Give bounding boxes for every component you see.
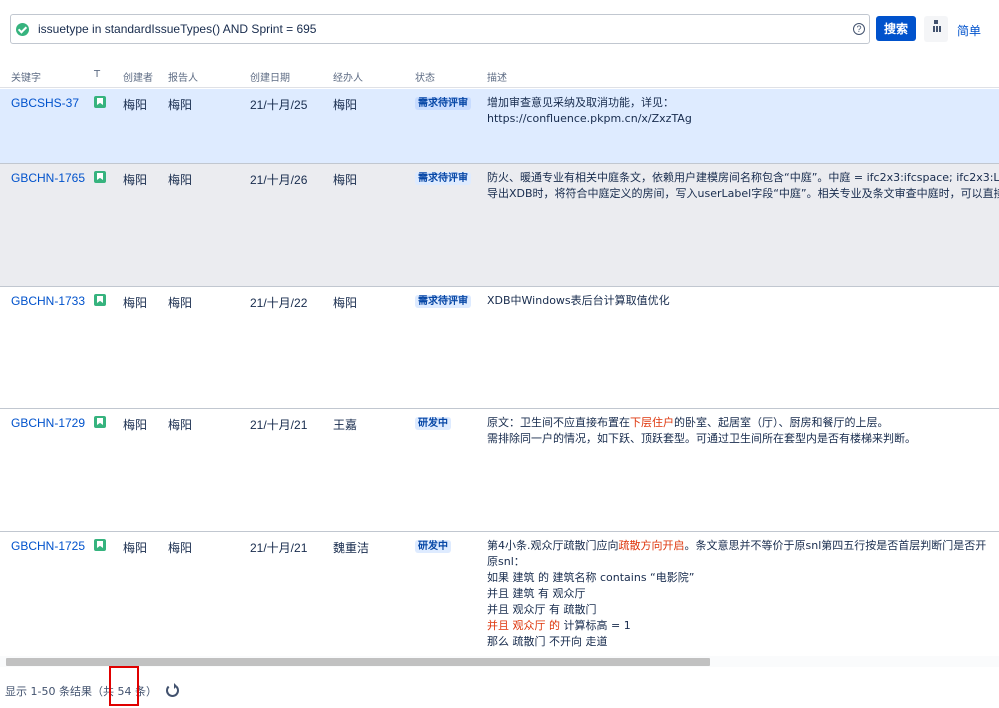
created-date-cell: 21/十月/22 <box>250 296 308 310</box>
description-line: 增加审查意见采纳及取消功能，详见： <box>487 95 999 111</box>
description-text: 计算标高 = 1 <box>560 619 631 632</box>
story-type-icon <box>94 294 106 306</box>
description-text: 第4小条.观众厅疏散门应向 <box>487 539 619 552</box>
creator-cell: 梅阳 <box>123 98 148 112</box>
creator-cell: 梅阳 <box>123 541 148 555</box>
description-line: XDB中Windows表后台计算取值优化 <box>487 293 999 309</box>
reporter-cell: 梅阳 <box>168 98 193 112</box>
description-line: 并且 观众厅 有 疏散门 <box>487 602 999 618</box>
issue-key-link[interactable]: GBCHN-1725 <box>11 539 85 553</box>
description-cell: 第4小条.观众厅疏散门应向疏散方向开启。条文意思并不等价于原snl第四五行按是否… <box>487 538 999 650</box>
column-header-creator[interactable]: 创建者 <box>123 69 153 84</box>
description-line: 原文：卫生间不应直接布置在下层住户的卧室、起居室（厅）、厨房和餐厅的上层。 <box>487 415 999 431</box>
description-line: 防火、暖通专业有相关中庭条文，依赖用户建模房间名称包含“中庭”。中庭 = ifc… <box>487 170 999 186</box>
description-text: 并且 建筑 有 观众厅 <box>487 587 586 600</box>
simple-search-link[interactable]: 简单 <box>957 22 981 39</box>
description-text: 的卧室、起居室（厅）、厨房和餐厅的上层。 <box>674 416 889 429</box>
refresh-icon[interactable] <box>166 683 179 697</box>
description-cell: 增加审查意见采纳及取消功能，详见： https://confluence.pkpm… <box>487 95 999 127</box>
assignee-cell: 王嘉 <box>333 418 358 432</box>
scrollbar-thumb[interactable] <box>6 658 710 666</box>
table-row[interactable]: GBCHN-1725 梅阳 梅阳 21/十月/21 魏重洁 研发中 第4小条.观… <box>0 532 999 656</box>
description-cell: XDB中Windows表后台计算取值优化 <box>487 293 999 309</box>
column-header-reporter[interactable]: 报告人 <box>168 69 198 84</box>
story-type-icon <box>94 171 106 183</box>
highlighted-text: 下层住户 <box>630 416 674 429</box>
issue-key-link[interactable]: GBCHN-1729 <box>11 416 85 430</box>
issue-table-header: 关键字 T 创建者 报告人 创建日期 经办人 状态 描述 <box>0 60 999 88</box>
description-text: 原snl： <box>487 555 525 568</box>
description-line: 并且 建筑 有 观众厅 <box>487 586 999 602</box>
column-header-type[interactable]: T <box>94 69 100 80</box>
table-row[interactable]: GBCHN-1733 梅阳 梅阳 21/十月/22 梅阳 需求待评审 XDB中W… <box>0 287 999 409</box>
description-text: 并且 观众厅 有 疏散门 <box>487 603 597 616</box>
description-line: https://confluence.pkpm.cn/x/ZxzTAg <box>487 111 999 127</box>
issue-key-link[interactable]: GBCHN-1765 <box>11 171 85 185</box>
description-line: 如果 建筑 的 建筑名称 contains “电影院” <box>487 570 999 586</box>
story-type-icon <box>94 416 106 428</box>
jql-search-input[interactable]: issuetype in standardIssueTypes() AND Sp… <box>10 14 870 44</box>
column-header-description[interactable]: 描述 <box>487 69 507 84</box>
description-text: https://confluence.pkpm.cn/x/ZxzTAg <box>487 112 692 125</box>
view-mode-toggle-icon[interactable] <box>924 16 948 42</box>
reporter-cell: 梅阳 <box>168 173 193 187</box>
story-type-icon <box>94 96 106 108</box>
description-text: 原文：卫生间不应直接布置在 <box>487 416 630 429</box>
assignee-cell: 梅阳 <box>333 173 358 187</box>
description-text: 那么 疏散门 不开向 走道 <box>487 635 608 648</box>
status-badge: 研发中 <box>415 417 451 430</box>
description-line: 并且 观众厅 的 计算标高 = 1 <box>487 618 999 634</box>
horizontal-scrollbar[interactable] <box>0 656 999 667</box>
description-text: 如果 建筑 的 建筑名称 contains “电影院” <box>487 571 695 584</box>
story-type-icon <box>94 539 106 551</box>
creator-cell: 梅阳 <box>123 296 148 310</box>
description-text: 增加审查意见采纳及取消功能，详见： <box>487 96 674 109</box>
description-line: 原snl： <box>487 554 999 570</box>
status-badge: 需求待评审 <box>415 97 471 110</box>
highlighted-text: 疏散方向开启 <box>618 539 685 552</box>
column-header-created[interactable]: 创建日期 <box>250 69 290 84</box>
assignee-cell: 魏重洁 <box>333 541 370 555</box>
issue-key-link[interactable]: GBCSHS-37 <box>11 96 79 110</box>
description-cell: 原文：卫生间不应直接布置在下层住户的卧室、起居室（厅）、厨房和餐厅的上层。 需排除… <box>487 415 999 447</box>
jql-query-text[interactable]: issuetype in standardIssueTypes() AND Sp… <box>38 22 853 36</box>
valid-query-check-icon <box>16 22 29 36</box>
reporter-cell: 梅阳 <box>168 296 193 310</box>
description-line: 需排除同一户的情况，如下跃、顶跃套型。可通过卫生间所在套型内是否有楼梯来判断。 <box>487 431 999 447</box>
reporter-cell: 梅阳 <box>168 418 193 432</box>
reporter-cell: 梅阳 <box>168 541 193 555</box>
status-badge: 研发中 <box>415 540 451 553</box>
description-text: 防火、暖通专业有相关中庭条文，依赖用户建模房间名称包含“中庭”。中庭 = ifc… <box>487 171 999 184</box>
created-date-cell: 21/十月/26 <box>250 173 308 187</box>
created-date-cell: 21/十月/21 <box>250 541 308 555</box>
description-line: 第4小条.观众厅疏散门应向疏散方向开启。条文意思并不等价于原snl第四五行按是否… <box>487 538 999 554</box>
annotation-highlight-box <box>109 666 139 706</box>
description-text: 导出XDB时，将符合中庭定义的房间，写入userLabel字段“中庭”。相关专业… <box>487 187 999 200</box>
description-line: 导出XDB时，将符合中庭定义的房间，写入userLabel字段“中庭”。相关专业… <box>487 186 999 202</box>
description-text: 需排除同一户的情况，如下跃、顶跃套型。可通过卫生间所在套型内是否有楼梯来判断。 <box>487 432 916 445</box>
column-header-status[interactable]: 状态 <box>415 69 435 84</box>
assignee-cell: 梅阳 <box>333 296 358 310</box>
search-button[interactable]: 搜索 <box>876 16 916 41</box>
table-row[interactable]: GBCHN-1765 梅阳 梅阳 21/十月/26 梅阳 需求待评审 防火、暖通… <box>0 164 999 287</box>
description-cell: 防火、暖通专业有相关中庭条文，依赖用户建模房间名称包含“中庭”。中庭 = ifc… <box>487 170 999 202</box>
created-date-cell: 21/十月/25 <box>250 98 308 112</box>
status-badge: 需求待评审 <box>415 172 471 185</box>
description-line: 那么 疏散门 不开向 走道 <box>487 634 999 650</box>
table-row[interactable]: GBCSHS-37 梅阳 梅阳 21/十月/25 梅阳 需求待评审 增加审查意见… <box>0 89 999 164</box>
created-date-cell: 21/十月/21 <box>250 418 308 432</box>
creator-cell: 梅阳 <box>123 418 148 432</box>
issue-key-link[interactable]: GBCHN-1733 <box>11 294 85 308</box>
assignee-cell: 梅阳 <box>333 98 358 112</box>
status-badge: 需求待评审 <box>415 295 471 308</box>
description-text: XDB中Windows表后台计算取值优化 <box>487 294 670 307</box>
table-row[interactable]: GBCHN-1729 梅阳 梅阳 21/十月/21 王嘉 研发中 原文：卫生间不… <box>0 409 999 532</box>
description-text: 。条文意思并不等价于原snl第四五行按是否首层判断门是否开 <box>684 539 987 552</box>
help-icon[interactable]: ? <box>853 23 865 35</box>
column-header-assignee[interactable]: 经办人 <box>333 69 363 84</box>
creator-cell: 梅阳 <box>123 173 148 187</box>
highlighted-text: 并且 观众厅 的 <box>487 619 560 632</box>
column-header-key[interactable]: 关键字 <box>11 69 41 84</box>
